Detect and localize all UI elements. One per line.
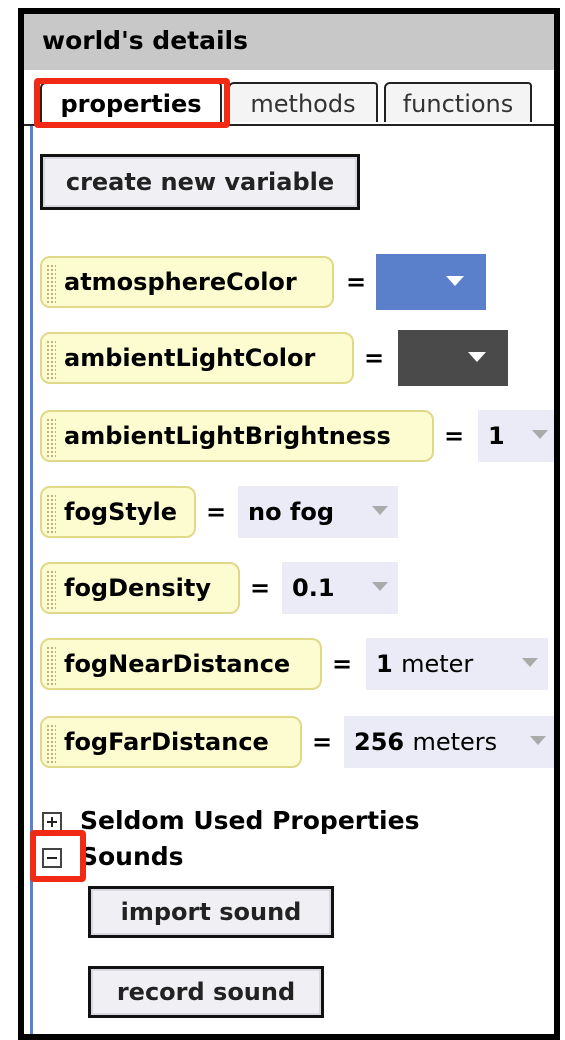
equals-sign: = — [444, 422, 465, 450]
equals-sign: = — [206, 498, 227, 526]
value-text: 256 — [354, 728, 405, 756]
property-name: fogFarDistance — [64, 728, 269, 756]
property-atmosphere-color[interactable]: atmosphereColor — [40, 256, 334, 308]
property-name: ambientLightBrightness — [64, 422, 391, 450]
panel-header: world's details — [24, 14, 554, 70]
tab-functions[interactable]: functions — [384, 82, 532, 122]
fog-far-distance-value[interactable]: 256 meters — [344, 716, 554, 768]
unit-text: meters — [412, 728, 498, 756]
drag-grip[interactable] — [46, 724, 56, 764]
record-sound-button[interactable]: record sound — [88, 966, 324, 1018]
expand-plus-icon[interactable] — [42, 812, 62, 832]
seldom-used-properties-label[interactable]: Seldom Used Properties — [80, 806, 419, 835]
record-sound-label: record sound — [116, 978, 296, 1006]
fog-near-distance-value[interactable]: 1 meter — [366, 638, 548, 690]
sounds-label[interactable]: Sounds — [80, 842, 184, 871]
value-text: 1 — [376, 650, 393, 678]
property-ambient-light-color[interactable]: ambientLightColor — [40, 332, 354, 384]
pane-edge — [30, 126, 33, 1034]
property-name: atmosphereColor — [64, 268, 297, 296]
atmosphere-color-dropdown[interactable] — [376, 254, 486, 310]
chevron-down-icon — [446, 276, 464, 286]
ambient-light-brightness-value[interactable]: 1 — [478, 410, 554, 462]
chevron-down-icon — [530, 736, 546, 745]
drag-grip[interactable] — [46, 340, 56, 380]
properties-pane: create new variable atmosphereColor = am… — [24, 126, 554, 1034]
property-fog-style[interactable]: fogStyle — [40, 486, 196, 538]
highlight-sounds-toggle — [30, 830, 86, 882]
equals-sign: = — [250, 574, 271, 602]
import-sound-label: import sound — [120, 898, 302, 926]
value-text: 1 — [488, 422, 505, 450]
property-name: ambientLightColor — [64, 344, 316, 372]
ambient-light-color-dropdown[interactable] — [398, 330, 508, 386]
drag-grip[interactable] — [46, 570, 56, 610]
chevron-down-icon — [372, 582, 388, 591]
value-text: 0.1 — [292, 574, 335, 602]
world-details-panel: world's details properties methods funct… — [18, 8, 560, 1040]
drag-grip[interactable] — [46, 264, 56, 304]
property-name: fogStyle — [64, 498, 178, 526]
value-text: no fog — [248, 498, 335, 526]
equals-sign: = — [332, 650, 353, 678]
chevron-down-icon — [532, 430, 548, 439]
equals-sign: = — [346, 268, 367, 296]
property-ambient-light-brightness[interactable]: ambientLightBrightness — [40, 410, 434, 462]
property-name: fogNearDistance — [64, 650, 291, 678]
create-new-variable-label: create new variable — [65, 168, 335, 196]
chevron-down-icon — [372, 506, 388, 515]
property-name: fogDensity — [64, 574, 212, 602]
import-sound-button[interactable]: import sound — [88, 886, 334, 938]
panel-title: world's details — [42, 26, 248, 55]
fog-density-value[interactable]: 0.1 — [282, 562, 398, 614]
create-new-variable-button[interactable]: create new variable — [40, 154, 360, 210]
chevron-down-icon — [468, 352, 486, 362]
equals-sign: = — [364, 344, 385, 372]
equals-sign: = — [312, 728, 333, 756]
tab-methods[interactable]: methods — [228, 82, 378, 122]
tab-functions-label: functions — [402, 90, 514, 118]
chevron-down-icon — [522, 658, 538, 667]
drag-grip[interactable] — [46, 646, 56, 686]
tab-methods-label: methods — [250, 90, 356, 118]
unit-text: meter — [401, 650, 474, 678]
drag-grip[interactable] — [46, 418, 56, 458]
highlight-properties-tab — [34, 78, 230, 128]
property-fog-far-distance[interactable]: fogFarDistance — [40, 716, 302, 768]
fog-style-value[interactable]: no fog — [238, 486, 398, 538]
property-fog-density[interactable]: fogDensity — [40, 562, 240, 614]
drag-grip[interactable] — [46, 494, 56, 534]
property-fog-near-distance[interactable]: fogNearDistance — [40, 638, 322, 690]
